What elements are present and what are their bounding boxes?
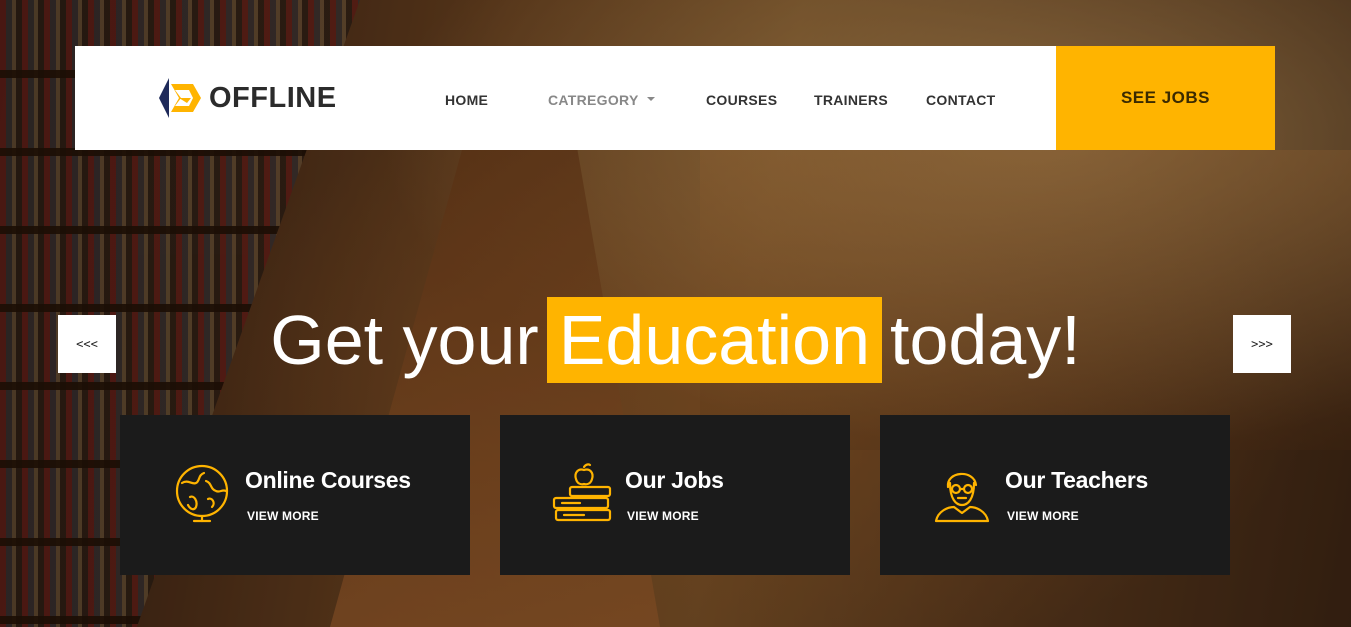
nav-category-label: CATREGORY — [548, 92, 639, 108]
view-more-link[interactable]: VIEW MORE — [1007, 509, 1079, 523]
card-title: Online Courses — [245, 467, 411, 493]
view-more-link[interactable]: VIEW MORE — [247, 509, 319, 523]
brand-name: OFFLINE — [209, 81, 337, 114]
globe-icon — [175, 464, 229, 523]
logo-icon — [159, 78, 201, 118]
card-our-teachers[interactable]: Our Teachers VIEW MORE — [880, 415, 1230, 575]
card-online-courses[interactable]: Online Courses VIEW MORE — [120, 415, 470, 575]
apple-books-icon — [552, 463, 612, 522]
view-more-link[interactable]: VIEW MORE — [627, 509, 699, 523]
slider-prev-button[interactable]: <<< — [58, 315, 116, 373]
brand[interactable]: OFFLINE — [151, 76, 337, 120]
headline-after: today! — [890, 301, 1081, 379]
slider-next-button[interactable]: >>> — [1233, 315, 1291, 373]
nav-courses[interactable]: COURSES — [706, 92, 777, 108]
card-our-jobs[interactable]: Our Jobs VIEW MORE — [500, 415, 850, 575]
nav-category[interactable]: CATREGORY — [548, 92, 655, 108]
headline-before: Get your — [270, 301, 539, 379]
teacher-icon — [934, 472, 990, 523]
hero-headline: Get your Education today! — [0, 296, 1351, 384]
nav-trainers[interactable]: TRAINERS — [814, 92, 888, 108]
chevron-down-icon — [646, 97, 655, 102]
nav-contact[interactable]: CONTACT — [926, 92, 996, 108]
nav-home[interactable]: HOME — [445, 92, 488, 108]
card-title: Our Jobs — [625, 467, 724, 493]
card-title: Our Teachers — [1005, 467, 1148, 493]
see-jobs-button[interactable]: SEE JOBS — [1056, 46, 1275, 150]
navbar: OFFLINE HOME CATREGORY COURSES TRAINERS … — [75, 46, 1275, 150]
headline-highlight: Education — [546, 297, 883, 383]
